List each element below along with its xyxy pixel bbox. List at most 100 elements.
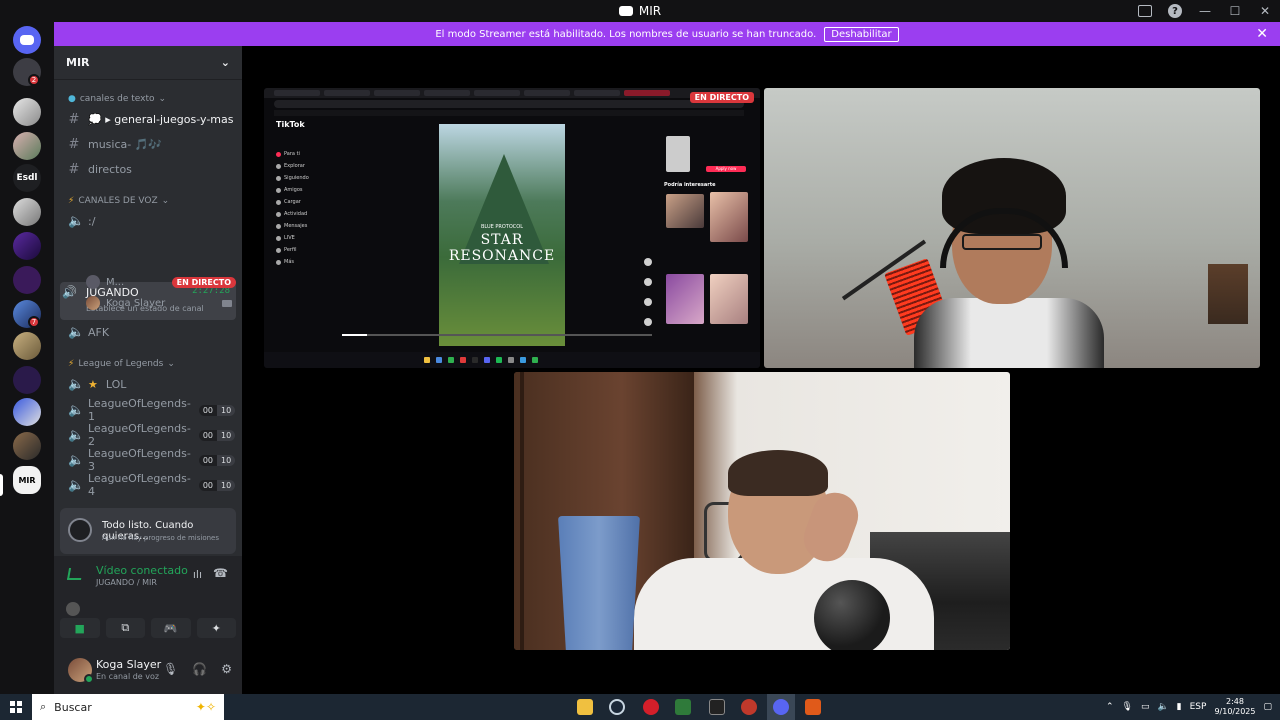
server-icon-5[interactable] [13,198,41,226]
maximize-button[interactable]: ☐ [1220,0,1250,22]
username[interactable]: Koga Slayer [96,658,161,671]
server-list: 2 Esdl 7 MIR [0,22,54,694]
discord-logo-icon [618,6,633,16]
inbox-icon[interactable] [1130,0,1160,22]
chevron-down-icon: ⌄ [167,359,175,369]
language-indicator[interactable]: ESP [1190,702,1207,712]
speaker-icon: 🔈 [68,213,85,229]
channel-general[interactable]: # 💭 ▸ general-juegos-y-mas [66,108,234,130]
server-icon-12[interactable] [13,432,41,460]
user-limit-badge: 00 10 [198,479,236,491]
tiktok-logo: TikTok [276,120,305,129]
category-league[interactable]: ⚡ League of Legends ⌄ [68,359,175,369]
stream-tile-camera-1[interactable] [764,88,1260,368]
server-icon-10[interactable] [13,366,41,394]
microphone-icon[interactable]: 🎙 [1122,702,1133,712]
screen-share-button[interactable]: ⧉ [105,618,145,638]
server-icon-2[interactable] [13,98,41,126]
volume-icon[interactable]: 🔈 [1157,702,1168,712]
speaker-icon: 🔈 [68,452,85,468]
clock[interactable]: 2:48 9/10/2025 [1214,697,1255,717]
server-icon-mir[interactable]: MIR [13,466,41,494]
minimize-button[interactable]: — [1190,0,1220,22]
steam-icon[interactable] [609,699,625,715]
voice-channel-lol[interactable]: 🔈 ★ LOL [66,373,234,395]
voice-user-koga[interactable]: Koga Slayer [86,294,236,312]
taskbar-search[interactable]: ⌕ Buscar ✦✧ [32,694,224,720]
voice-user-m[interactable]: M... EN DIRECTO [86,273,236,291]
category-voice-channels[interactable]: ⚡ CANALES DE VOZ ⌄ [68,196,169,206]
voice-connection-panel: Vídeo conectado JUGANDO / MIR ılı ☎ ■ ⧉ … [54,556,242,648]
shared-screen-taskbar [264,352,760,368]
guild-header[interactable]: MIR ⌄ [54,46,242,80]
category-text-channels[interactable]: ● canales de texto ⌄ [68,94,166,104]
disable-streamer-button[interactable]: Deshabilitar [824,26,899,42]
server-icon-6[interactable] [13,232,41,260]
voice-channel-lol-3[interactable]: 🔈 LeagueOfLegends-3 00 10 [66,447,236,473]
stream-tile-screenshare[interactable]: TikTok Para ti Explorar Siguiendo Amigos… [264,88,760,368]
hash-icon: # [68,136,80,152]
voice-channel-lol-2[interactable]: 🔈 LeagueOfLegends-2 00 10 [66,422,236,448]
user-panel: Koga Slayer En canal de voz 🎙 🎧 ⚙ [54,648,242,694]
apply-now-button: Apply now [706,166,746,172]
camera-button[interactable]: ■ [60,618,100,638]
activity-button[interactable]: 🎮 [151,618,191,638]
avatar [86,275,100,289]
disconnect-icon[interactable]: ☎ [213,566,228,580]
league-client-icon[interactable] [741,699,757,715]
voice-channel-lol-1[interactable]: 🔈 LeagueOfLegends-1 00 10 [66,397,236,423]
server-icon-11[interactable] [13,398,41,426]
noise-suppression-icon[interactable]: ılı [193,568,202,581]
lightning-icon: ⚡ [68,196,75,206]
voice-status-title[interactable]: Vídeo conectado [96,564,188,577]
app-icon[interactable] [805,699,821,715]
speaker-icon: 🔈 [68,402,85,418]
home-button[interactable] [13,26,41,54]
close-window-button[interactable]: ✕ [1250,0,1280,22]
chevron-up-icon[interactable]: ⌃ [1106,702,1114,712]
windows-start-icon[interactable] [10,701,22,713]
star-icon: ★ [88,377,98,391]
online-status-icon [84,674,94,684]
microphone-icon[interactable]: 🎙 [163,662,178,676]
opera-icon[interactable] [643,699,659,715]
browser-tabs [264,88,760,98]
voice-actions: ■ ⧉ 🎮 ✦ [60,618,236,640]
gear-icon[interactable]: ⚙ [221,662,232,676]
minecraft-icon[interactable] [675,699,691,715]
epic-games-icon[interactable] [709,699,725,715]
server-icon-3[interactable] [13,132,41,160]
server-icon-esdl[interactable]: Esdl [13,164,41,192]
voice-status-subtitle[interactable]: JUGANDO / MIR [96,578,157,587]
discord-icon [20,35,34,45]
channel-musica[interactable]: # musica- 🎵🎶 [66,133,234,155]
close-banner-icon[interactable]: ✕ [1256,26,1268,42]
tiktok-sidebar: TikTok Para ti Explorar Siguiendo Amigos… [276,120,336,350]
headphones-icon[interactable]: 🎧 [192,662,207,676]
network-icon[interactable]: ▭ [1141,702,1150,712]
channel-directos[interactable]: # directos [66,158,234,180]
video-stage: TikTok Para ti Explorar Siguiendo Amigos… [242,46,1280,694]
battery-icon[interactable]: ▮ [1177,702,1182,712]
voice-channel-afk[interactable]: 🔈 AFK [66,321,234,343]
server-icon-urban[interactable] [13,266,41,294]
file-explorer-icon[interactable] [577,699,593,715]
soundboard-button[interactable]: ✦ [196,618,236,638]
signal-icon[interactable] [66,568,84,580]
speaker-icon: 🔈 [68,324,85,340]
notification-icon[interactable]: ▢ [1263,702,1272,712]
streamer-mode-message: El modo Streamer está habilitado. Los no… [435,28,817,40]
browser-url-bar [274,100,744,108]
discord-icon[interactable] [773,699,789,715]
video-title: STAR RESONANCE [448,232,556,264]
help-icon[interactable]: ? [1160,0,1190,22]
live-badge: EN DIRECTO [171,276,236,288]
guild-name: MIR [66,56,90,69]
lightning-icon: ⚡ [68,359,75,369]
user-limit-badge: 00 10 [198,404,236,416]
server-icon-9[interactable] [13,332,41,360]
voice-channel-lol-4[interactable]: 🔈 LeagueOfLegends-4 00 10 [66,472,236,498]
stream-tile-camera-2[interactable] [514,372,1010,650]
quest-card[interactable]: Todo listo. Cuando quieras... Aún no hay… [60,508,236,554]
voice-channel-face[interactable]: 🔈 :/ [66,210,234,232]
